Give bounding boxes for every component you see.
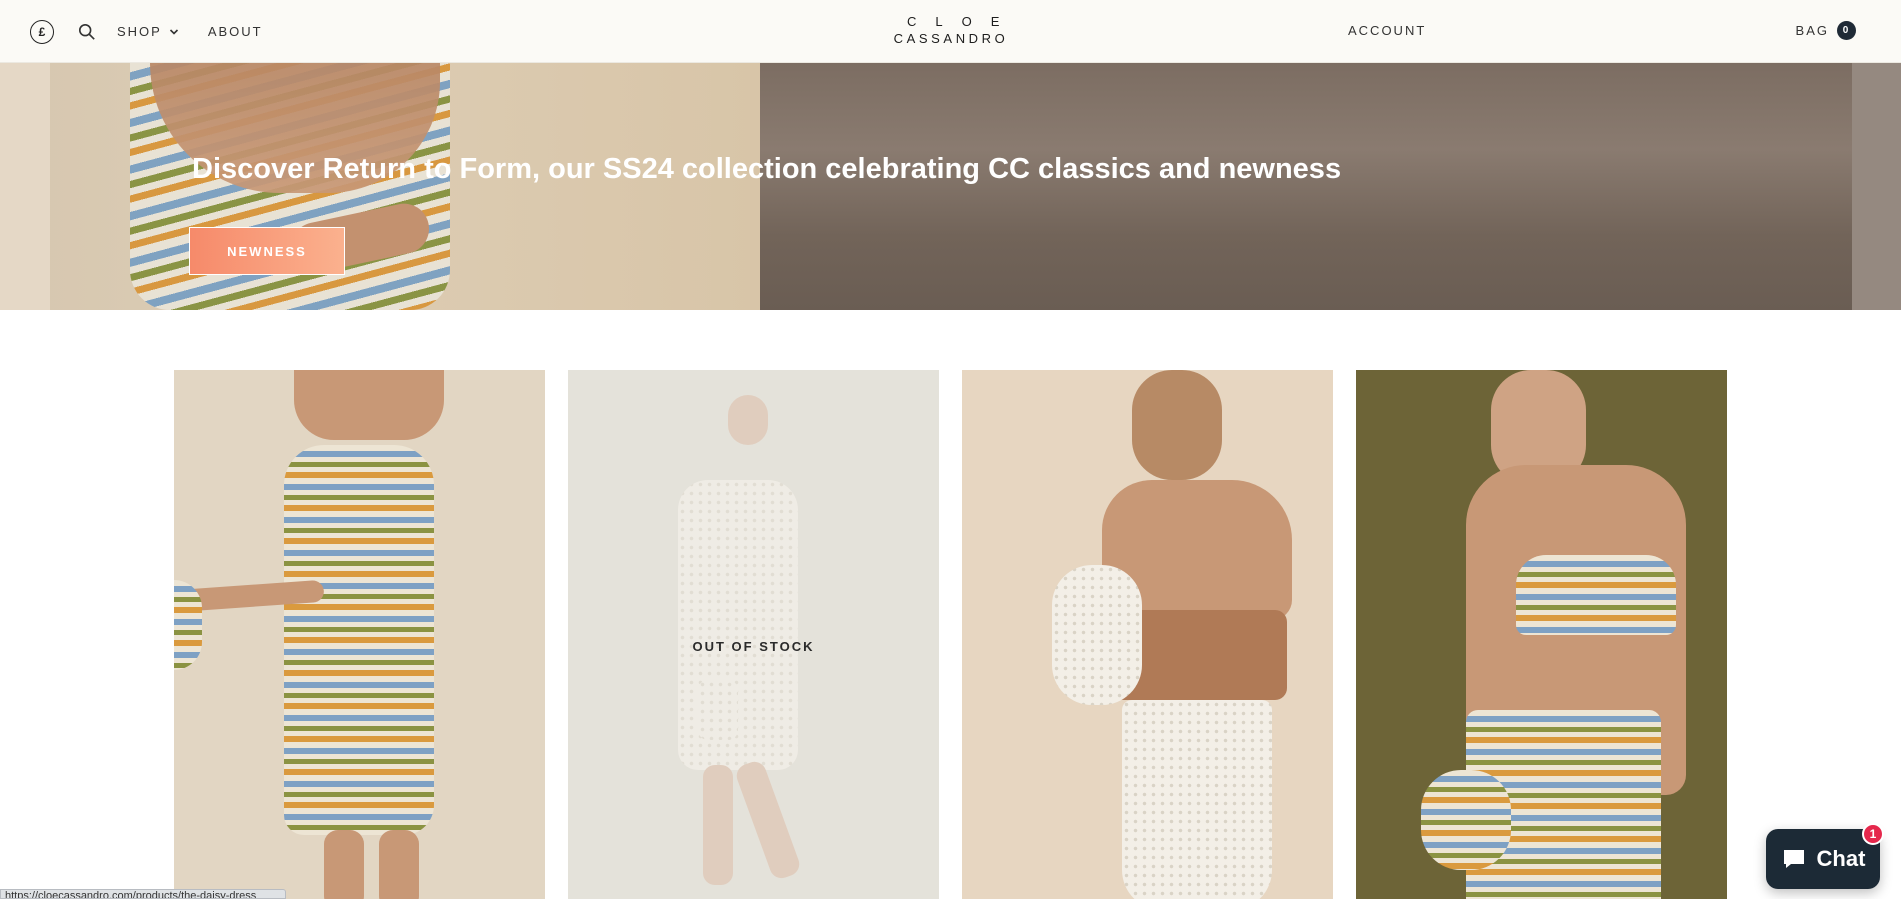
- product-card-2[interactable]: OUT OF STOCK: [568, 370, 939, 899]
- hero-headline: Discover Return to Form, our SS24 collec…: [192, 153, 1342, 185]
- out-of-stock-label: OUT OF STOCK: [692, 639, 815, 654]
- account-label: ACCOUNT: [1348, 23, 1427, 38]
- product-card-3[interactable]: [962, 370, 1333, 899]
- newness-button[interactable]: NEWNESS: [189, 227, 345, 275]
- chat-label: Chat: [1816, 846, 1866, 871]
- site-header: £ SHOP ABOUT CLOE CASSANDRO ACCOUNT BAG …: [0, 0, 1901, 63]
- hero-banner: Discover Return to Form, our SS24 collec…: [0, 63, 1901, 310]
- nav-shop-label: SHOP: [117, 24, 162, 39]
- product-card-1[interactable]: [174, 370, 545, 899]
- search-icon[interactable]: [78, 23, 96, 41]
- status-bar-url: https://cloecassandro.com/products/the-d…: [0, 889, 286, 899]
- product-card-4[interactable]: [1356, 370, 1727, 899]
- currency-selector[interactable]: £: [30, 19, 54, 44]
- hero-image-right: [760, 63, 1852, 310]
- chevron-down-icon: [169, 28, 178, 35]
- pound-icon: £: [38, 24, 46, 39]
- nav-about-label: ABOUT: [207, 24, 263, 39]
- hero-image-left: [0, 63, 760, 310]
- header-left-nav: £ SHOP ABOUT: [30, 0, 263, 63]
- bag-link[interactable]: BAG 0: [1796, 21, 1856, 40]
- logo-line-2: CASSANDRO: [893, 31, 1009, 46]
- nav-shop[interactable]: SHOP: [117, 24, 179, 39]
- account-link[interactable]: ACCOUNT: [1348, 23, 1426, 38]
- bag-count-badge: 0: [1837, 21, 1856, 40]
- chat-notification-badge: 1: [1862, 823, 1884, 845]
- brand-logo[interactable]: CLOE CASSANDRO: [890, 14, 1012, 48]
- crochet-bag: [1052, 565, 1142, 705]
- chat-bubble-icon: [1783, 850, 1804, 868]
- nav-about[interactable]: ABOUT: [208, 24, 263, 39]
- striped-bralette: [1516, 555, 1676, 635]
- bag-label: BAG: [1795, 23, 1829, 38]
- logo-line-1: CLOE: [907, 14, 1019, 29]
- white-crochet-skirt: [1122, 700, 1272, 899]
- striped-mini-dress: [284, 445, 434, 835]
